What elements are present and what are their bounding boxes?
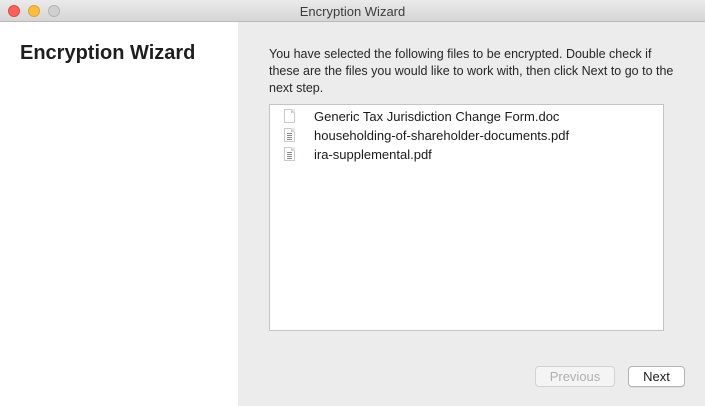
file-list-item[interactable]: Generic Tax Jurisdiction Change Form.doc: [270, 107, 663, 126]
file-name: ira-supplemental.pdf: [314, 147, 432, 162]
selected-files-list[interactable]: Generic Tax Jurisdiction Change Form.doc…: [269, 104, 664, 331]
title-bar: Encryption Wizard: [0, 0, 705, 22]
next-button[interactable]: Next: [628, 366, 685, 387]
instructions-text: You have selected the following files to…: [269, 47, 674, 95]
file-name: householding-of-shareholder-documents.pd…: [314, 128, 570, 143]
pdf-file-icon: [284, 147, 295, 161]
previous-button[interactable]: Previous: [535, 366, 615, 387]
main-panel: You have selected the following files to…: [238, 22, 705, 406]
file-list-item[interactable]: ira-supplemental.pdf: [270, 145, 663, 164]
sidebar-heading: Encryption Wizard: [20, 42, 196, 64]
encryption-wizard-window: Encryption Wizard Encryption Wizard You …: [0, 0, 705, 406]
document-icon: [284, 109, 295, 123]
pdf-file-icon: [284, 128, 295, 142]
window-title: Encryption Wizard: [299, 4, 406, 19]
sidebar: Encryption Wizard: [0, 22, 238, 406]
file-list-item[interactable]: householding-of-shareholder-documents.pd…: [270, 126, 663, 145]
file-name: Generic Tax Jurisdiction Change Form.doc: [314, 109, 560, 124]
